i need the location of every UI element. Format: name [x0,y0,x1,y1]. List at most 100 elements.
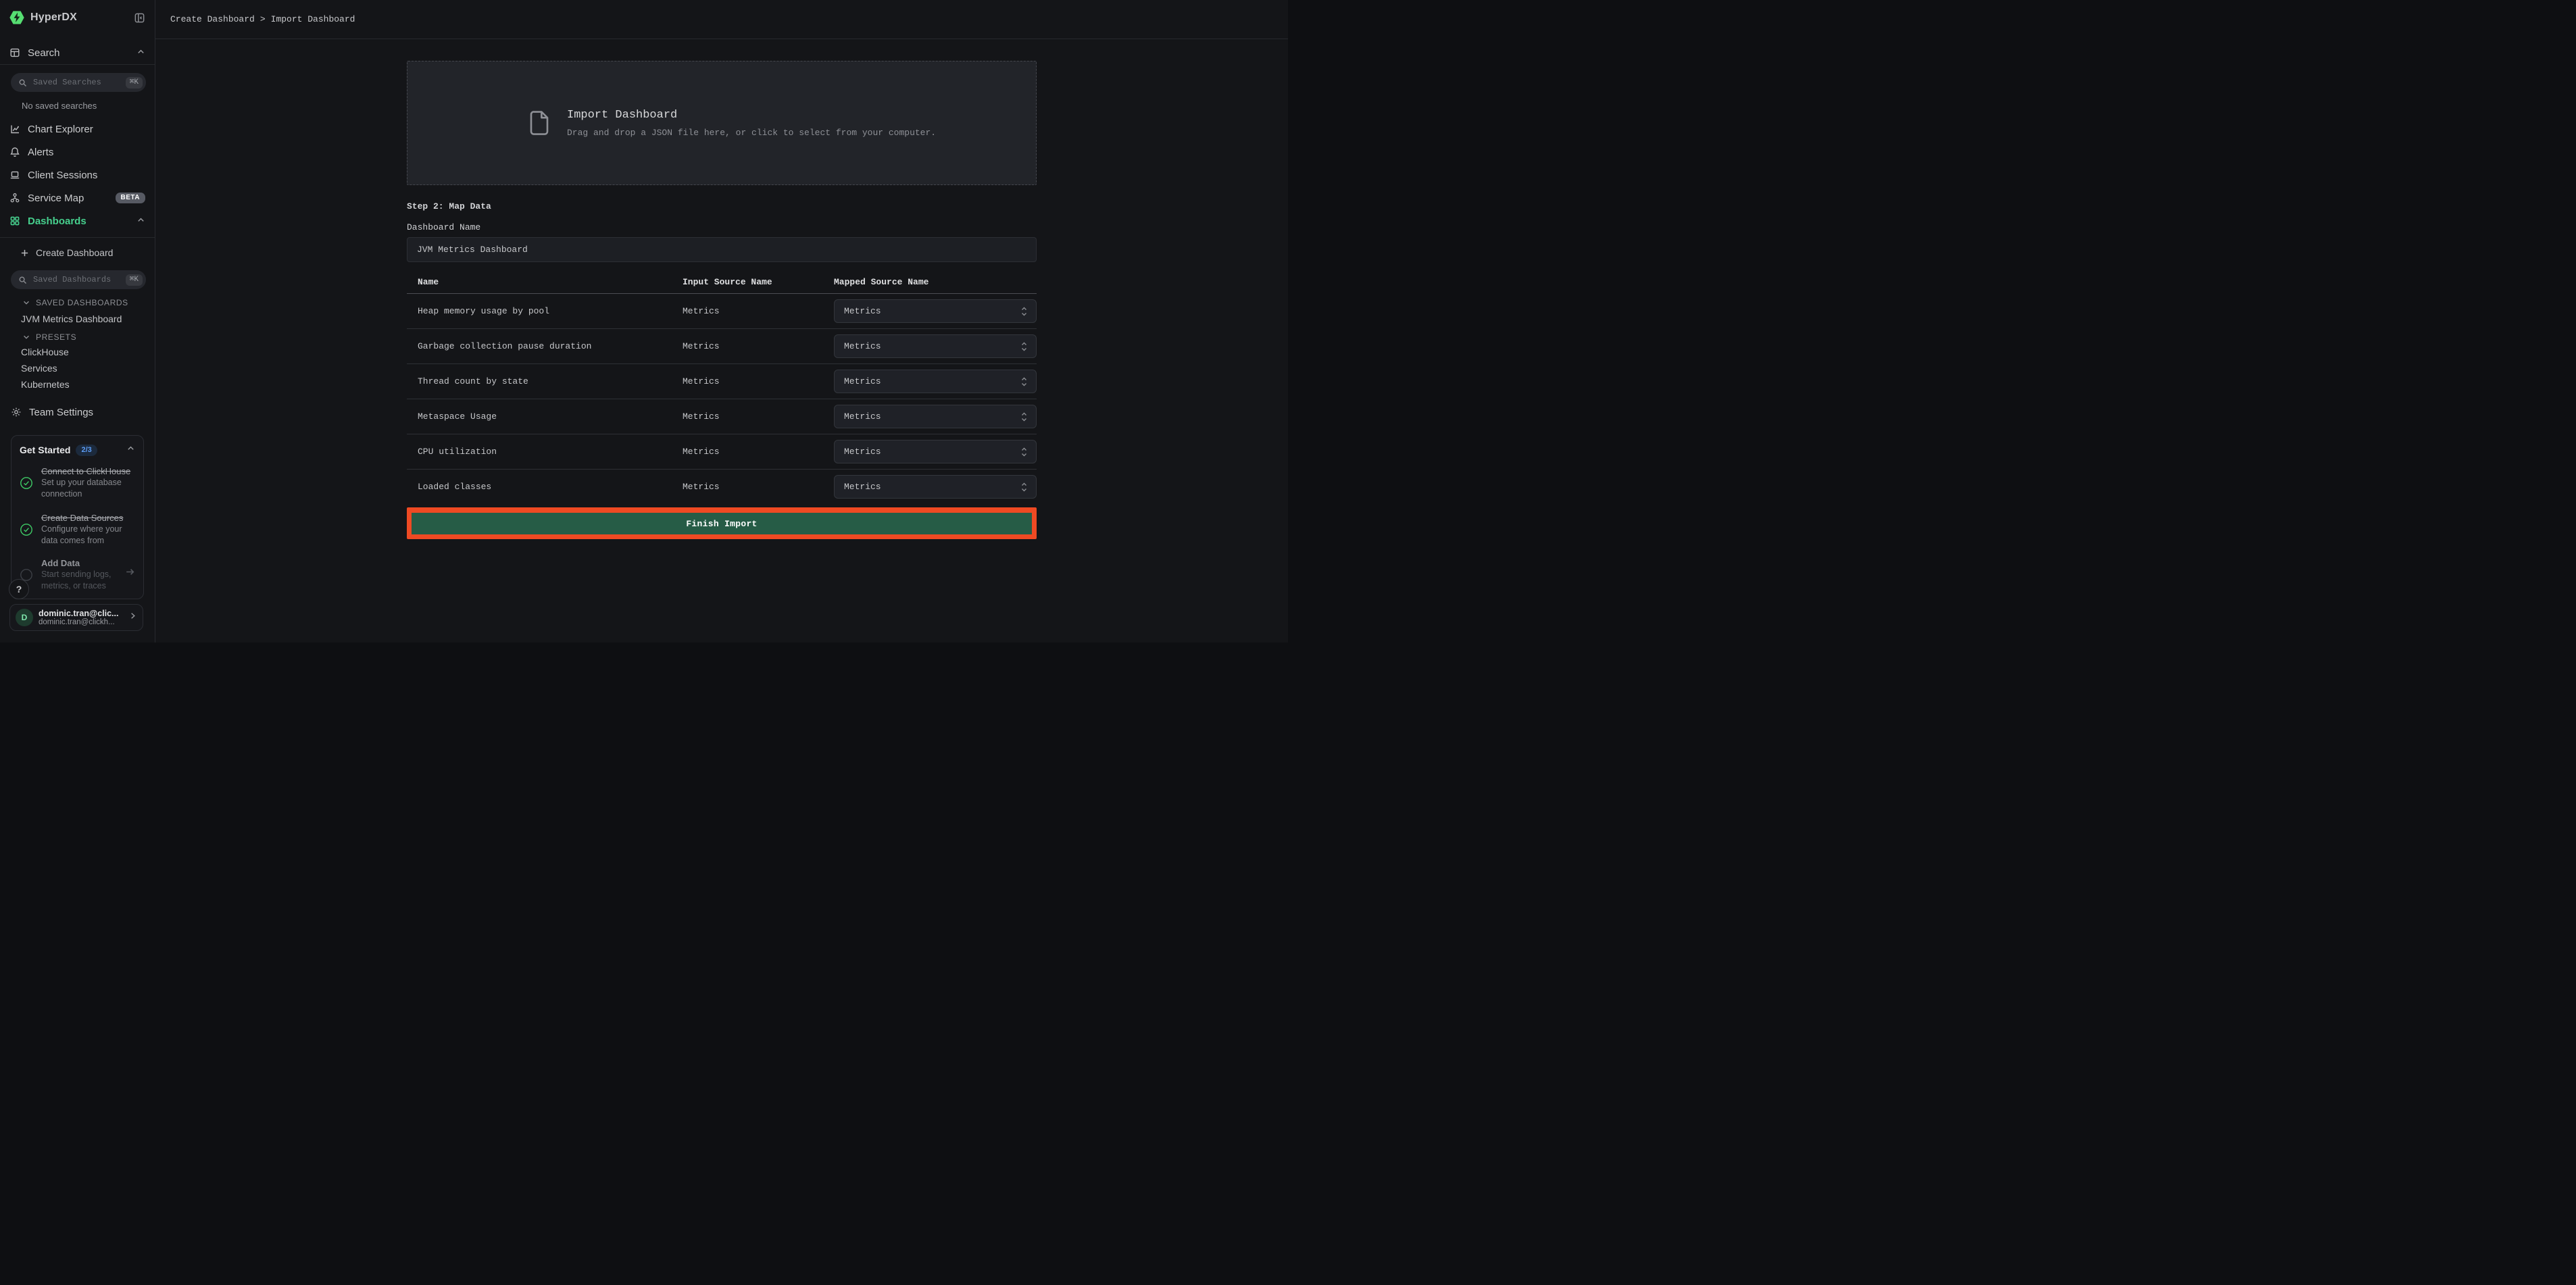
mapped-source-select[interactable]: Metrics [834,370,1037,393]
selected-option: Metrics [844,306,881,316]
finish-import-label: Finish Import [686,519,757,529]
chevron-down-icon [22,299,30,307]
chevron-up-down-icon [1020,411,1028,422]
preset-link-label: ClickHouse [21,347,69,357]
avatar-initial: D [22,613,28,622]
row-name: Loaded classes [407,482,672,492]
row-name: Thread count by state [407,376,672,386]
laptop-icon [9,170,20,180]
sidebar-item-alerts[interactable]: Alerts [0,141,155,163]
main-area: Create Dashboard > Import Dashboard Impo… [155,0,1288,642]
saved-dashboards-search[interactable]: ⌘K [11,270,146,289]
chevron-up-down-icon [1020,482,1028,493]
group-label: SAVED DASHBOARDS [36,298,128,307]
sidebar-nav: Chart Explorer Alerts Client Sessions [0,118,155,232]
table-row: CPU utilization Metrics Metrics [407,434,1037,470]
sidebar-item-jvm-metrics-dashboard[interactable]: JVM Metrics Dashboard [0,311,155,327]
logo-row: HyperDX [0,0,155,35]
saved-searches-input[interactable] [32,77,121,88]
chevron-down-icon [22,333,30,341]
saved-dashboards-group-header[interactable]: SAVED DASHBOARDS [0,296,155,309]
row-name: Heap memory usage by pool [407,306,672,316]
get-started-step-sources[interactable]: Create Data Sources Configure where your… [11,512,143,547]
top-bar: Create Dashboard > Import Dashboard [155,0,1288,39]
sidebar-item-search[interactable]: Search [0,41,155,64]
row-name: Garbage collection pause duration [407,341,672,351]
dashboard-link-label: JVM Metrics Dashboard [21,313,122,324]
selected-option: Metrics [844,341,881,351]
column-header-name: Name [407,277,672,287]
sidebar-item-dashboards[interactable]: Dashboards [0,209,155,232]
row-input-source: Metrics [672,376,823,386]
mapping-table: Name Input Source Name Mapped Source Nam… [407,270,1037,504]
dropzone-subtitle: Drag and drop a JSON file here, or click… [567,128,936,138]
table-row: Metaspace Usage Metrics Metrics [407,399,1037,434]
get-started-step-add-data[interactable]: Add Data Start sending logs, metrics, or… [11,557,143,592]
check-circle-icon [20,476,33,490]
help-button[interactable]: ? [9,579,29,599]
selected-option: Metrics [844,447,881,457]
chevron-up-down-icon [1020,447,1028,457]
table-row: Garbage collection pause duration Metric… [407,329,1037,364]
help-label: ? [16,584,22,595]
sidebar-item-clickhouse[interactable]: ClickHouse [0,344,155,360]
preset-link-label: Services [21,363,57,374]
dashboard-name-input[interactable] [407,237,1037,262]
beta-badge: BETA [116,193,145,203]
get-started-header[interactable]: Get Started 2/3 [11,436,143,456]
bell-icon [9,147,20,157]
step-description: Set up your database connection [41,477,135,500]
sidebar-item-service-map[interactable]: Service Map BETA [0,186,155,209]
file-dropzone[interactable]: Import Dashboard Drag and drop a JSON fi… [407,61,1037,185]
presets-group-header[interactable]: PRESETS [0,330,155,344]
sidebar-item-label: Dashboards [28,216,86,227]
user-name: dominic.tran@clic... [39,609,123,618]
dashboards-grid-icon [9,216,20,226]
sidebar-item-chart-explorer[interactable]: Chart Explorer [0,118,155,141]
mapped-source-select[interactable]: Metrics [834,475,1037,499]
selected-option: Metrics [844,376,881,386]
row-input-source: Metrics [672,411,823,422]
mapped-source-select[interactable]: Metrics [834,299,1037,323]
breadcrumb-separator: > [260,14,266,24]
create-dashboard-button[interactable]: Create Dashboard [0,243,155,263]
hyperdx-app-window: HyperDX Search [0,0,1288,642]
chevron-up-down-icon [1020,341,1028,352]
saved-searches-search[interactable]: ⌘K [11,73,146,92]
sidebar-item-label: Client Sessions [28,170,97,181]
mapped-source-select[interactable]: Metrics [834,334,1037,358]
step-title: Connect to ClickHouse [41,465,135,477]
finish-import-button[interactable]: Finish Import [412,513,1032,534]
create-dashboard-label: Create Dashboard [36,247,113,258]
get-started-title: Get Started [20,445,70,455]
sidebar-item-team-settings[interactable]: Team Settings [0,402,155,422]
get-started-step-connect[interactable]: Connect to ClickHouse Set up your databa… [11,465,143,500]
sidebar-item-label: Chart Explorer [28,124,93,135]
sidebar-item-client-sessions[interactable]: Client Sessions [0,163,155,186]
shortcut-badge: ⌘K [126,77,143,89]
user-profile-button[interactable]: D dominic.tran@clic... dominic.tran@clic… [9,604,143,631]
mapped-source-select[interactable]: Metrics [834,440,1037,463]
sidebar-item-services[interactable]: Services [0,360,155,376]
shortcut-badge: ⌘K [126,274,143,286]
mapped-source-select[interactable]: Metrics [834,405,1037,428]
chevron-up-icon [137,216,145,227]
dashboard-name-label: Dashboard Name [407,222,1037,233]
magnifier-icon [18,276,27,284]
saved-dashboards-input[interactable] [32,274,121,285]
sidebar: HyperDX Search [0,0,155,642]
row-input-source: Metrics [672,306,823,316]
chevron-up-icon [137,47,145,59]
dropzone-title: Import Dashboard [567,109,936,122]
sidebar-collapse-icon[interactable] [134,12,145,24]
get-started-panel: Get Started 2/3 Connect to ClickHouse Se… [11,435,144,599]
column-header-mapped-source: Mapped Source Name [823,277,1037,287]
table-header-row: Name Input Source Name Mapped Source Nam… [407,270,1037,294]
arrow-right-icon [125,567,135,580]
breadcrumb-create-dashboard[interactable]: Create Dashboard [170,14,255,24]
row-input-source: Metrics [672,482,823,492]
row-input-source: Metrics [672,341,823,351]
team-settings-label: Team Settings [29,407,93,418]
chevron-up-down-icon [1020,376,1028,387]
sidebar-item-kubernetes[interactable]: Kubernetes [0,376,155,393]
